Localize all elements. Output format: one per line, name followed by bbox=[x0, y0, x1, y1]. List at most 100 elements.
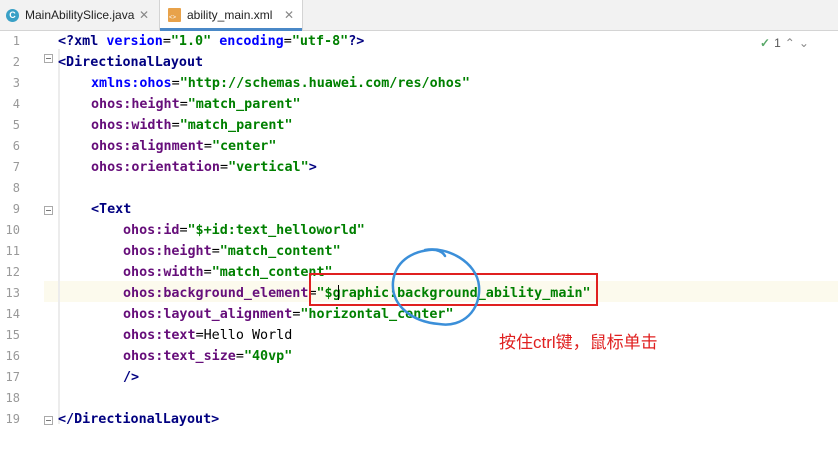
code-line: ohos:width="match_parent" bbox=[91, 115, 293, 136]
close-icon[interactable]: ✕ bbox=[284, 8, 294, 22]
attr-value: "utf-8" bbox=[291, 34, 349, 49]
tab-ability-main-xml[interactable]: <> ability_main.xml ✕ bbox=[159, 0, 303, 31]
attr-name: encoding bbox=[211, 34, 284, 49]
line-number: 4 bbox=[12, 97, 20, 111]
attr-value: "match_parent" bbox=[187, 97, 301, 112]
equals: = bbox=[179, 97, 188, 112]
attr-ns: ohos: bbox=[91, 139, 132, 154]
attr-name: width bbox=[163, 265, 204, 280]
code-line: ohos:height="match_parent" bbox=[91, 94, 301, 115]
equals: = bbox=[220, 160, 229, 175]
chevron-down-icon[interactable]: ⌄ bbox=[799, 36, 809, 50]
attr-ns: ohos: bbox=[123, 307, 164, 322]
tag-selfclose: /> bbox=[123, 370, 140, 385]
attr-ns: ohos: bbox=[123, 265, 164, 280]
line-number: 7 bbox=[12, 160, 20, 174]
equals: = bbox=[235, 349, 244, 364]
chevron-up-icon[interactable]: ⌃ bbox=[785, 36, 795, 50]
tag-open: <Text bbox=[91, 202, 132, 217]
attr-name: height bbox=[131, 97, 180, 112]
line-number: 5 bbox=[12, 118, 20, 132]
editor-tab-bar: C MainAbilitySlice.java ✕ <> ability_mai… bbox=[0, 0, 838, 31]
attr-ns: ohos: bbox=[91, 118, 132, 133]
equals: = bbox=[211, 244, 220, 259]
attr-ns: ohos: bbox=[91, 160, 132, 175]
attr-ns: ohos: bbox=[123, 244, 164, 259]
line-number: 15 bbox=[5, 328, 20, 342]
equals: = bbox=[203, 265, 212, 280]
equals: = bbox=[283, 34, 292, 49]
line-number: 18 bbox=[5, 391, 20, 405]
line-number: 8 bbox=[12, 181, 20, 195]
line-number: 9 bbox=[12, 202, 20, 216]
code-line: ohos:id="$+id:text_helloworld" bbox=[123, 220, 365, 241]
equals: = bbox=[179, 223, 188, 238]
fold-icon[interactable] bbox=[44, 206, 53, 215]
line-number: 14 bbox=[5, 307, 20, 321]
code-line: ohos:orientation="vertical"> bbox=[91, 157, 317, 178]
code-line: /> bbox=[123, 367, 139, 388]
attr-name: width bbox=[131, 118, 172, 133]
attr-name: xmlns:ohos bbox=[91, 76, 172, 91]
tag-close: </DirectionalLayout> bbox=[58, 412, 220, 427]
close-icon[interactable]: ✕ bbox=[139, 8, 149, 22]
attr-name: id bbox=[163, 223, 180, 238]
code-line: xmlns:ohos="http://schemas.huawei.com/re… bbox=[91, 73, 470, 94]
code-line: ohos:height="match_content" bbox=[123, 241, 341, 262]
tag-close: > bbox=[308, 160, 317, 175]
tab-mainabilityslice-java[interactable]: C MainAbilitySlice.java ✕ bbox=[0, 0, 157, 30]
line-number: 6 bbox=[12, 139, 20, 153]
attr-value: "match_content" bbox=[219, 244, 341, 259]
fold-icon[interactable] bbox=[44, 416, 53, 425]
attr-ns: ohos: bbox=[123, 223, 164, 238]
fold-icon[interactable] bbox=[44, 54, 53, 63]
attr-name: orientation bbox=[131, 160, 220, 175]
line-number: 10 bbox=[5, 223, 20, 237]
annotation-note: 按住ctrl键，鼠标单击 bbox=[499, 333, 658, 352]
tag-open: <DirectionalLayout bbox=[58, 55, 204, 70]
inspection-count: 1 bbox=[774, 36, 781, 50]
tab-label: MainAbilitySlice.java bbox=[25, 8, 135, 22]
equals: = bbox=[171, 118, 180, 133]
attr-value: "http://schemas.huawei.com/res/ohos" bbox=[179, 76, 470, 91]
xml-decl: <?xml bbox=[58, 34, 99, 49]
xml-decl-end: ?> bbox=[348, 34, 365, 49]
inspection-widget[interactable]: ✓ 1 ⌃ ⌄ bbox=[760, 36, 809, 50]
code-line: <?xml version="1.0" encoding="utf-8"?> bbox=[58, 31, 364, 52]
attr-name: alignment bbox=[131, 139, 204, 154]
attr-value: "match_parent" bbox=[179, 118, 293, 133]
attr-ns: ohos: bbox=[123, 328, 164, 343]
annotation-blue-circle bbox=[391, 248, 481, 326]
equals: = bbox=[171, 76, 180, 91]
code-line: ohos:width="match_content" bbox=[123, 262, 333, 283]
code-line: <DirectionalLayout bbox=[58, 52, 203, 73]
indent-guide bbox=[58, 49, 60, 424]
gutter: 1 2 3 4 5 6 7 8 9 10 11 12 13 14 15 16 1… bbox=[0, 31, 44, 456]
line-number: 13 bbox=[5, 286, 20, 300]
attr-name: height bbox=[163, 244, 212, 259]
line-number: 3 bbox=[12, 76, 20, 90]
attr-name: text bbox=[163, 328, 196, 343]
code-line: ohos:text_size="40vp" bbox=[123, 346, 292, 367]
line-number: 1 bbox=[12, 34, 20, 48]
equals: = bbox=[162, 34, 171, 49]
line-number: 17 bbox=[5, 370, 20, 384]
code-line: ohos:alignment="center" bbox=[91, 136, 276, 157]
check-icon: ✓ bbox=[760, 36, 771, 50]
attr-value: "40vp" bbox=[243, 349, 293, 364]
attr-value: "$+id:text_helloworld" bbox=[187, 223, 365, 238]
attr-name: background_element bbox=[163, 286, 309, 301]
code-line: </DirectionalLayout> bbox=[58, 409, 219, 430]
line-number: 19 bbox=[5, 412, 20, 426]
code-line: ohos:text=Hello World bbox=[123, 325, 292, 346]
attr-name: text_size bbox=[163, 349, 236, 364]
attr-value: "1.0" bbox=[170, 34, 212, 49]
equals: = bbox=[195, 328, 204, 343]
line-number: 16 bbox=[5, 349, 20, 363]
attr-ns: ohos: bbox=[123, 349, 164, 364]
attr-ns: ohos: bbox=[123, 286, 164, 301]
code-line: <Text bbox=[91, 199, 131, 220]
attr-ns: ohos: bbox=[91, 97, 132, 112]
line-number: 12 bbox=[5, 265, 20, 279]
xml-file-icon: <> bbox=[168, 8, 181, 22]
